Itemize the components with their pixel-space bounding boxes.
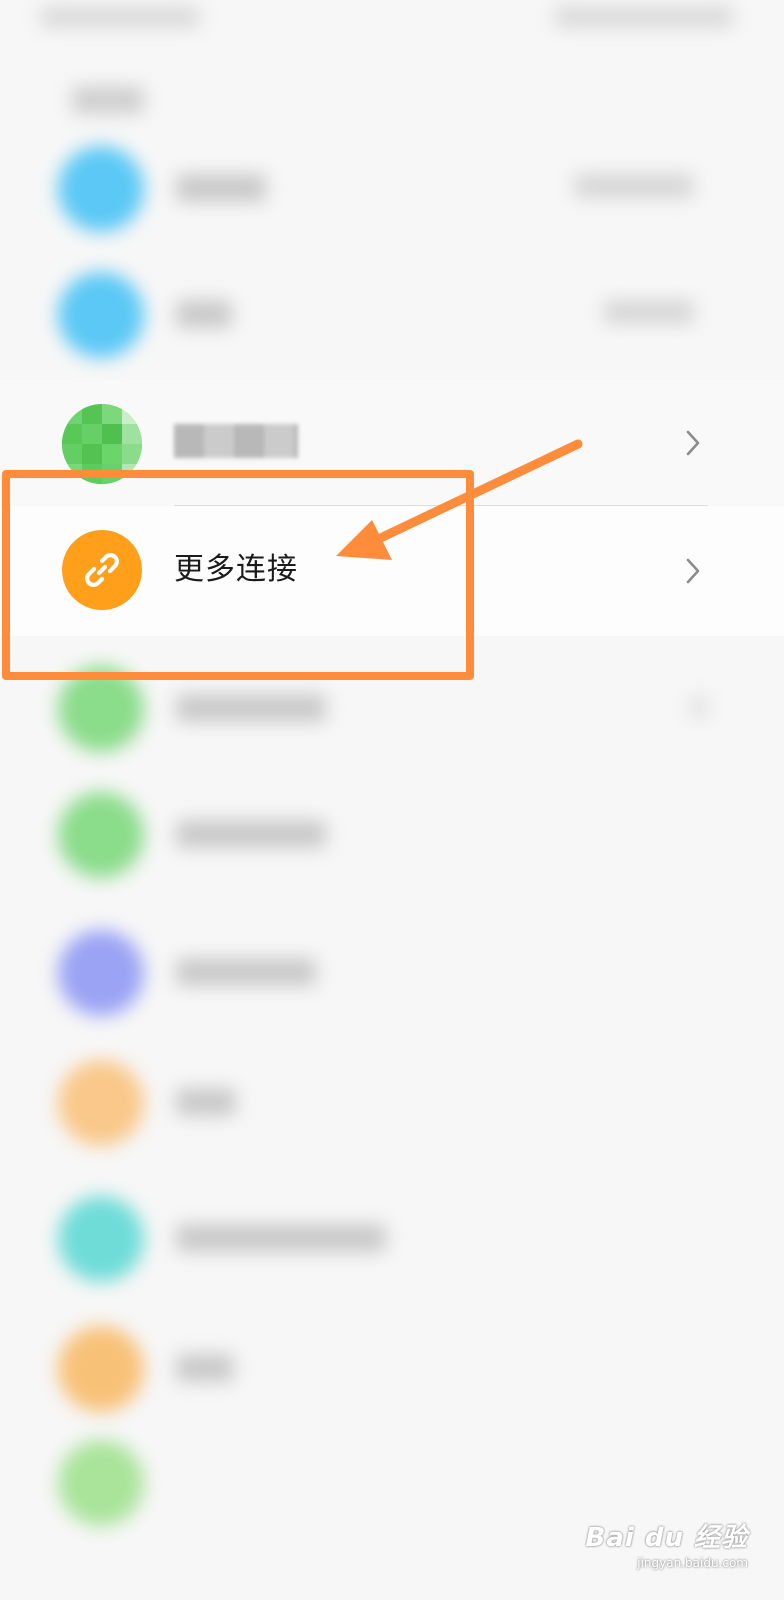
annotation-arrow-icon [336, 439, 583, 560]
watermark-url: jingyan.baidu.com [637, 1556, 748, 1570]
watermark-brand: Bai du 经验 [585, 1523, 748, 1553]
watermark: Bai du 经验 jingyan.baidu.com [586, 1517, 749, 1570]
settings-screen: 更多连接 Bai du 经验 jingyan.baidu.com [0, 0, 784, 1600]
